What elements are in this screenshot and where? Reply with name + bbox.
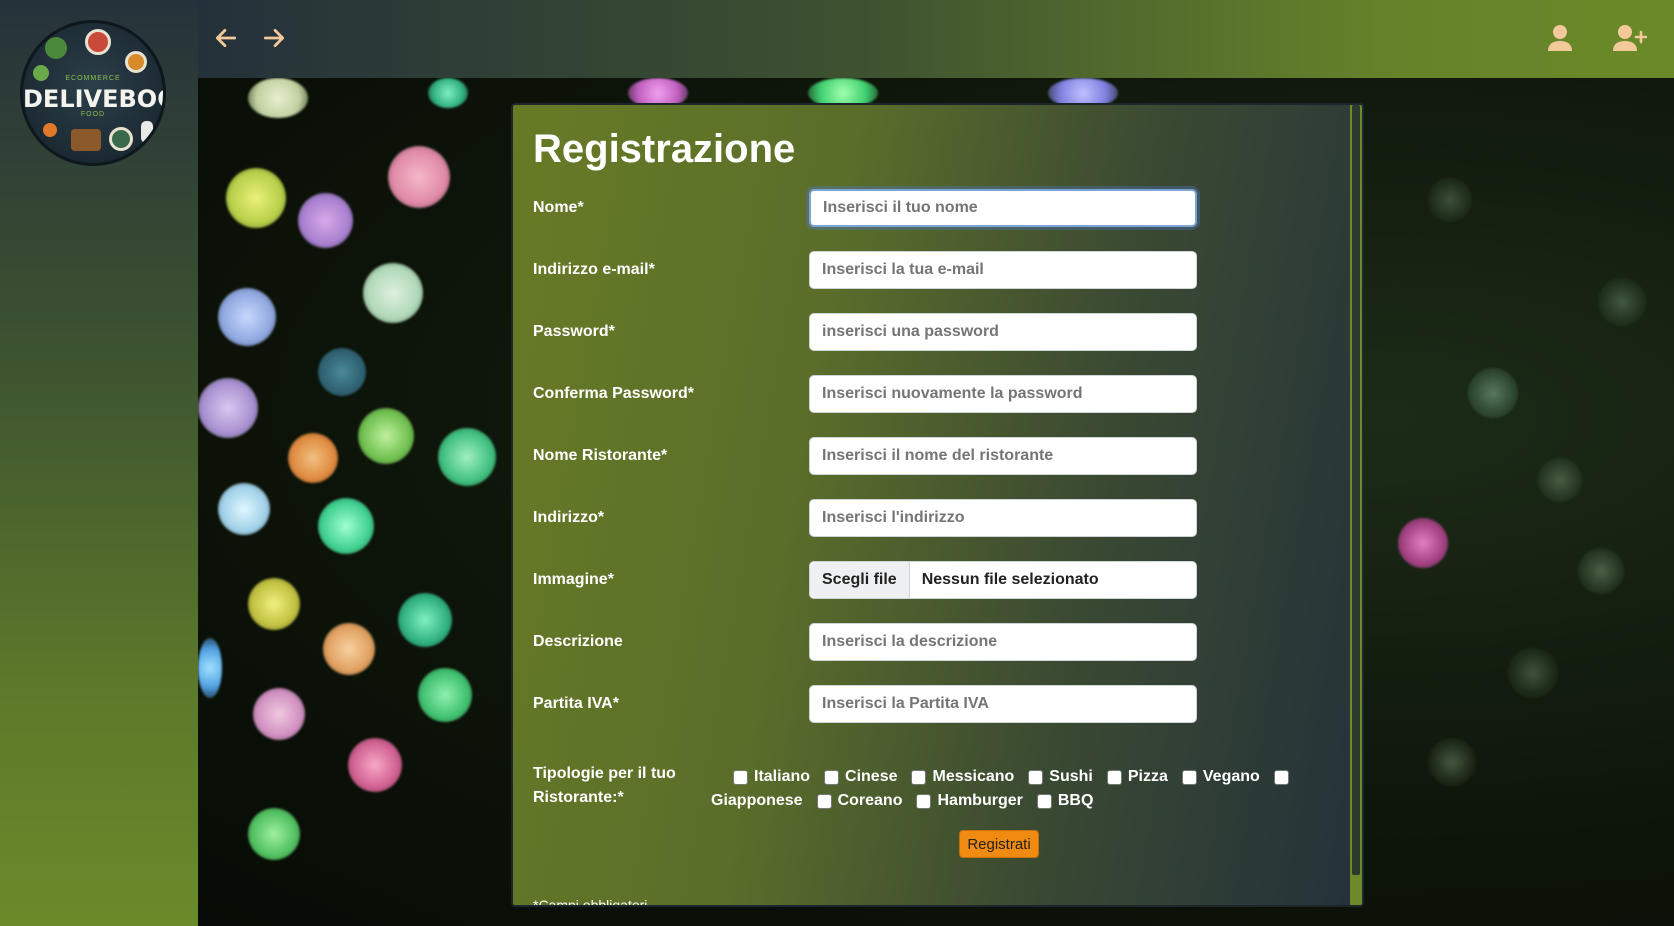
checkbox-cinese[interactable] [824,769,840,785]
email-input[interactable] [809,251,1197,289]
field-label: Nome Ristorante* [533,447,668,464]
field-email: Indirizzo e-mail* [533,251,1333,289]
restaurant-name-input[interactable] [809,437,1197,475]
field-label: Indirizzo* [533,509,605,526]
description-input[interactable] [809,623,1197,661]
login-button[interactable] [1542,20,1578,56]
name-input[interactable] [809,189,1197,227]
address-input[interactable] [809,499,1197,537]
checkbox-vegano[interactable] [1181,769,1197,785]
field-address: Indirizzo* [533,499,1333,537]
type-label: Sushi [1049,768,1093,785]
form-title: Registrazione [533,127,796,171]
checkbox-italiano[interactable] [733,769,748,785]
arrow-left-icon [215,29,237,47]
type-label: BBQ [1057,792,1094,809]
user-icon [1548,25,1572,51]
field-vat: Partita IVA* [533,685,1333,723]
checkbox-coreano[interactable] [816,793,832,809]
type-label: Italiano [754,768,811,785]
back-button[interactable] [204,16,248,60]
vat-input[interactable] [809,685,1197,723]
deliveboo-logo[interactable]: ECOMMERCE DELIVEBOO FOOD [20,20,166,166]
confirm-password-input[interactable] [809,375,1197,413]
form-scrollbar[interactable] [1350,105,1362,905]
field-label: Password* [533,323,615,340]
field-image: Immagine* Scegli file Nessun file selezi… [533,561,1333,599]
checkbox-hamburger[interactable] [916,793,932,809]
forward-button[interactable] [252,16,296,60]
file-status: Nessun file selezionato [921,571,1099,588]
type-label: Coreano [837,792,903,809]
field-restaurant-name: Nome Ristorante* [533,437,1333,475]
type-label: Hamburger [937,792,1023,809]
checkbox-bbq[interactable] [1036,793,1052,809]
checkbox-pizza[interactable] [1106,769,1122,785]
registration-form: Registrazione Nome* Indirizzo e-mail* Pa… [511,103,1364,907]
type-label: Messicano [932,768,1015,785]
required-fields-note: *Campi obbligatori [533,897,648,907]
checkbox-sushi[interactable] [1028,769,1044,785]
arrow-right-icon [263,29,285,47]
type-label: Giapponese [711,792,803,809]
checkbox-messicano[interactable] [911,769,927,785]
password-input[interactable] [809,313,1197,351]
logo-title: DELIVEBOO [23,85,166,113]
field-label: Nome* [533,199,584,216]
field-confirm-password: Conferma Password* [533,375,1333,413]
logo-tagline-top: ECOMMERCE [65,75,121,82]
field-label: Conferma Password* [533,385,694,402]
register-submit-button[interactable]: Registrati [959,830,1039,858]
restaurant-types-label: Tipologie per il tuo Ristorante:* [533,765,676,806]
image-file-input[interactable]: Scegli file Nessun file selezionato [809,561,1197,599]
checkbox-giapponese[interactable] [1273,769,1289,785]
type-label: Pizza [1127,768,1168,785]
field-label: Indirizzo e-mail* [533,261,655,278]
choose-file-button[interactable]: Scegli file [810,562,910,598]
field-label: Partita IVA* [533,695,619,712]
field-nome: Nome* [533,189,1333,227]
field-description: Descrizione [533,623,1333,661]
sidebar: ECOMMERCE DELIVEBOO FOOD [0,0,198,926]
user-plus-icon [1613,25,1647,51]
field-label: Descrizione [533,633,623,650]
scrollbar-thumb[interactable] [1352,105,1360,875]
field-password: Password* [533,313,1333,351]
field-label: Immagine* [533,571,614,588]
register-button[interactable] [1612,20,1648,56]
top-navbar [198,0,1674,78]
type-label: Cinese [845,768,898,785]
type-label: Vegano [1202,768,1260,785]
logo-tagline-bottom: FOOD [80,111,106,118]
